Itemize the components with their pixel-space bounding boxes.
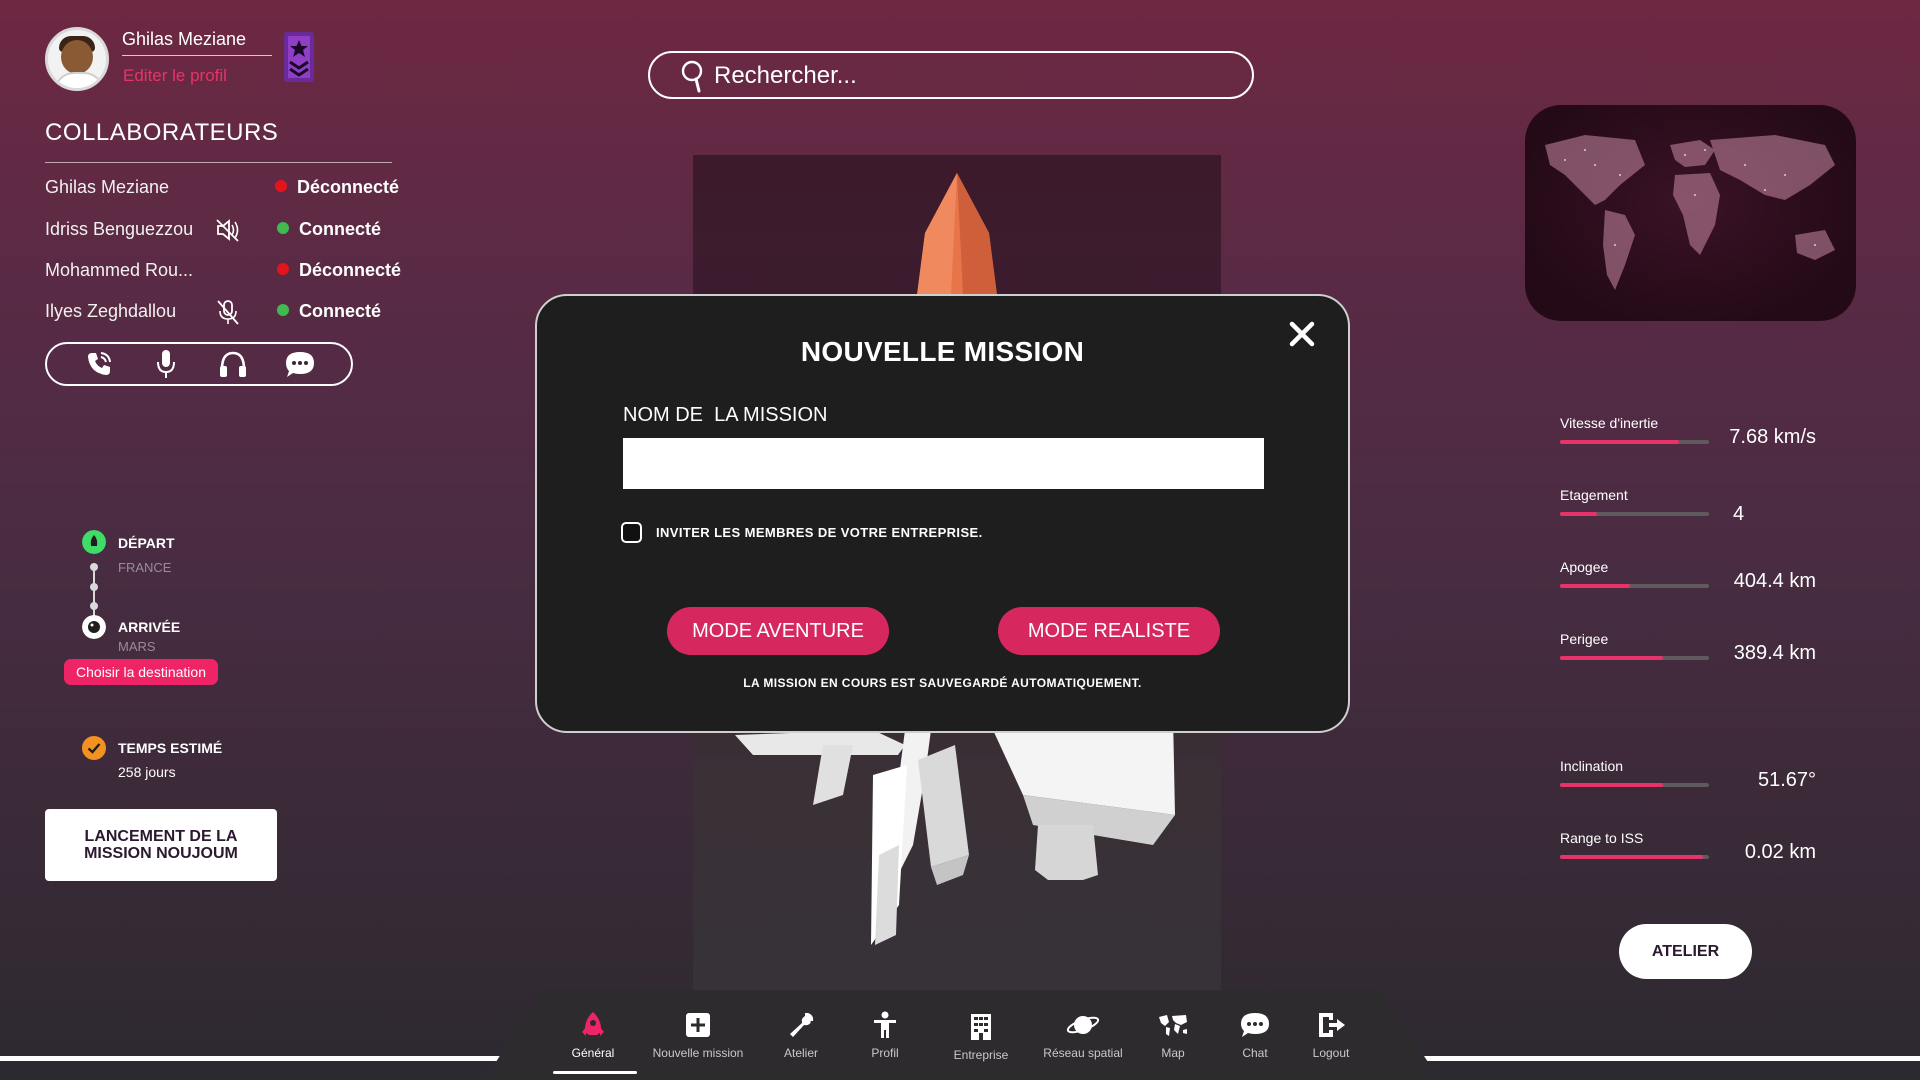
status-dot <box>277 304 289 316</box>
estimated-time-value: 258 jours <box>118 764 176 780</box>
world-map-widget[interactable] <box>1525 105 1856 321</box>
stat-label: Apogee <box>1560 559 1609 575</box>
status-dot <box>277 263 289 275</box>
speaker-muted-icon[interactable] <box>213 215 243 245</box>
launch-mission-button[interactable]: LANCEMENT DE LA MISSION NOUJOUM <box>45 809 277 881</box>
world-map-icon <box>1159 1015 1187 1036</box>
stat-value: 51.67° <box>1757 769 1816 791</box>
stat-bar <box>1560 512 1709 516</box>
invite-members-label[interactable]: INVITER LES MEMBRES DE VOTRE ENTREPRISE. <box>656 525 983 540</box>
collaborators-divider <box>45 162 392 163</box>
logout-icon <box>1319 1013 1345 1037</box>
stat-label: Inclination <box>1560 758 1624 774</box>
rocket-icon <box>582 1012 604 1036</box>
chat-icon <box>1241 1013 1269 1037</box>
status-dot <box>277 222 289 234</box>
stat-value: 7.68 km/s <box>1729 426 1816 448</box>
collaborator-name: Mohammed Rou... <box>45 260 194 280</box>
mission-name-label: NOM DE LA MISSION <box>623 404 828 426</box>
invite-members-checkbox[interactable] <box>621 522 642 543</box>
stat-label: Etagement <box>1560 487 1628 503</box>
phone-icon[interactable] <box>82 347 116 381</box>
nav-item-logout[interactable]: Logout <box>1276 1010 1386 1060</box>
status-dot <box>275 180 287 192</box>
building-icon <box>971 1014 991 1040</box>
stat-value: 0.02 km <box>1744 841 1816 863</box>
nav-label: Nouvelle mission <box>652 1046 744 1060</box>
headphones-icon[interactable] <box>216 347 250 381</box>
collaborator-row[interactable]: Ilyes Zeghdallou Connecté <box>45 297 405 327</box>
chat-bubble-icon[interactable] <box>283 347 317 381</box>
user-name: Ghilas Meziane <box>122 29 247 49</box>
route-line <box>93 565 95 619</box>
mode-realistic-button[interactable]: MODE REALISTE <box>998 607 1220 655</box>
nav-label: Général <box>571 1046 615 1060</box>
rank-badge-icon <box>284 32 314 82</box>
route-dot <box>90 583 98 591</box>
microphone-muted-icon[interactable] <box>213 297 243 327</box>
search-input[interactable] <box>712 59 1236 93</box>
nav-label: Entreprise <box>953 1048 1009 1062</box>
plus-square-icon <box>686 1013 710 1037</box>
collaborator-status: Connecté <box>277 301 381 322</box>
stat-value: 404.4 km <box>1733 570 1816 592</box>
estimated-time-label: TEMPS ESTIMÉ <box>118 740 223 756</box>
arrival-place: MARS <box>118 639 156 654</box>
route-dot <box>90 602 98 610</box>
collaborator-status: Déconnecté <box>275 177 399 198</box>
nav-active-indicator <box>553 1071 637 1074</box>
autosave-note: LA MISSION EN COURS EST SAUVEGARDÉ AUTOM… <box>743 676 1142 690</box>
microphone-icon[interactable] <box>149 347 183 381</box>
collaborator-row[interactable]: Mohammed Rou... Déconnecté <box>45 256 405 286</box>
stat-value: 4 <box>1733 503 1745 525</box>
mission-name-input[interactable] <box>623 438 1264 489</box>
dialog-title: NOUVELLE MISSION <box>800 336 1085 367</box>
search-icon[interactable] <box>680 59 710 93</box>
departure-rocket-icon <box>82 530 106 554</box>
collaborator-name: Idriss Benguezzou <box>45 219 194 239</box>
collaborator-status: Déconnecté <box>277 260 401 281</box>
user-name-divider <box>122 55 272 56</box>
edit-profile-link[interactable]: Editer le profil <box>123 66 227 86</box>
stat-label: Perigee <box>1560 631 1609 647</box>
collaborator-row[interactable]: Idriss Benguezzou Connecté <box>45 215 405 245</box>
choose-destination-button[interactable]: Choisir la destination <box>64 659 218 685</box>
arrival-label: ARRIVÉE <box>118 619 181 635</box>
user-avatar[interactable] <box>45 27 109 91</box>
stat-label: Range to ISS <box>1560 830 1644 846</box>
nav-item-new-mission[interactable]: Nouvelle mission <box>643 1010 753 1060</box>
new-mission-dialog: NOUVELLE MISSION NOM DE LA MISSION INVIT… <box>535 294 1350 733</box>
arrival-planet-icon <box>82 615 106 639</box>
wrench-icon <box>790 1013 814 1037</box>
check-circle-icon <box>82 736 106 760</box>
stat-label: Vitesse d'inertie <box>1560 415 1659 431</box>
stat-value: 389.4 km <box>1733 642 1816 664</box>
departure-label: DÉPART <box>118 535 175 551</box>
collaborator-status: Connecté <box>277 219 381 240</box>
world-map-icon <box>1545 135 1835 290</box>
nav-item-profil[interactable]: Profil <box>830 1010 940 1060</box>
collaborator-name: Ghilas Meziane <box>45 177 170 197</box>
departure-place: FRANCE <box>118 560 172 575</box>
close-icon[interactable] <box>1282 314 1322 354</box>
atelier-button[interactable]: ATELIER <box>1619 924 1752 979</box>
mode-adventure-button[interactable]: MODE AVENTURE <box>667 607 889 655</box>
nav-label: Profil <box>871 1046 899 1060</box>
nav-label: Logout <box>1312 1046 1350 1060</box>
route-dot <box>90 563 98 571</box>
nav-item-entreprise[interactable]: Entreprise <box>926 1010 1036 1062</box>
planet-icon <box>1066 1016 1100 1034</box>
person-icon <box>874 1011 896 1038</box>
communication-toolbar <box>45 342 353 386</box>
collaborators-title: COLLABORATEURS <box>45 119 279 146</box>
collaborator-row[interactable]: Ghilas Meziane Déconnecté <box>45 173 405 203</box>
collaborator-name: Ilyes Zeghdallou <box>45 301 177 321</box>
nav-item-general[interactable]: Général <box>538 1010 648 1060</box>
search-bar <box>648 51 1254 99</box>
